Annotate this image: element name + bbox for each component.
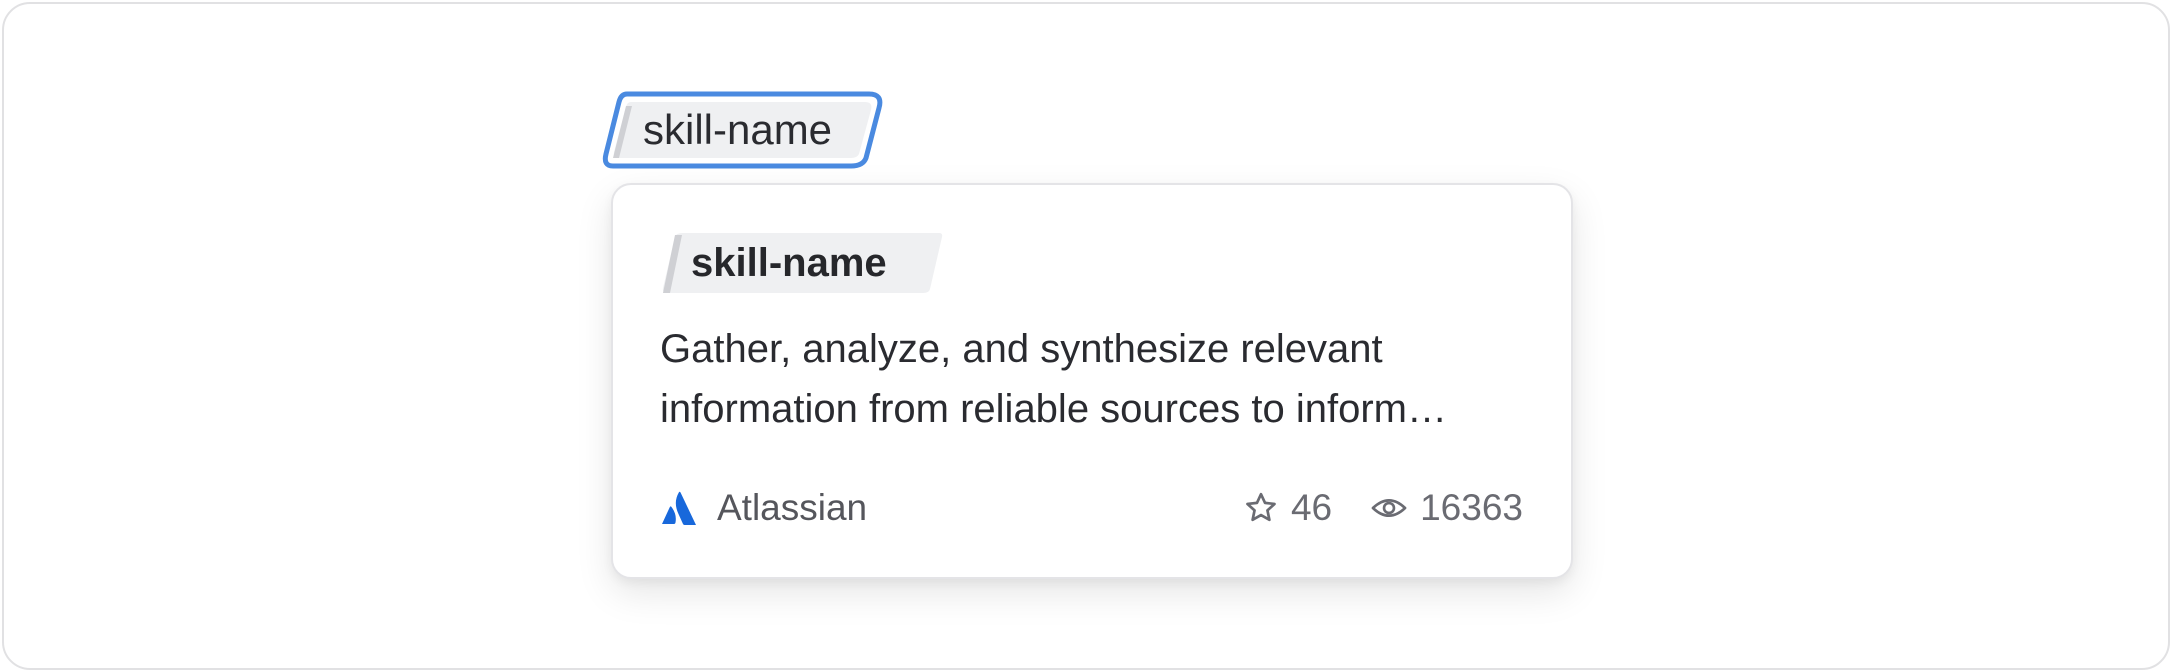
view-count-value: 16363: [1420, 487, 1523, 528]
skill-chip-label: skill-name: [643, 106, 833, 153]
skill-owner[interactable]: Atlassian: [661, 483, 867, 533]
skill-hover-card: skill-name Gather, analyze, and synthesi…: [611, 183, 1573, 579]
card-skill-title: skill-name: [691, 241, 887, 285]
star-count[interactable]: 46: [1243, 487, 1332, 529]
view-count: 16363: [1370, 487, 1523, 529]
skill-description: Gather, analyze, and synthesize relevant…: [660, 327, 1407, 431]
card-skill-chip: skill-name: [661, 231, 943, 295]
owner-name: Atlassian: [717, 487, 868, 528]
eye-icon: [1371, 499, 1407, 517]
star-count-value: 46: [1290, 487, 1333, 528]
skill-stats: 46 16363: [1243, 483, 1523, 533]
atlassian-logo-icon: [662, 491, 696, 525]
card-footer: Atlassian 46 16363: [661, 483, 1523, 533]
preview-frame: skill-name skill-name Gather, analyze, a…: [2, 2, 2170, 670]
star-icon: [1246, 492, 1276, 522]
skill-chip-trigger[interactable]: skill-name: [601, 90, 886, 170]
